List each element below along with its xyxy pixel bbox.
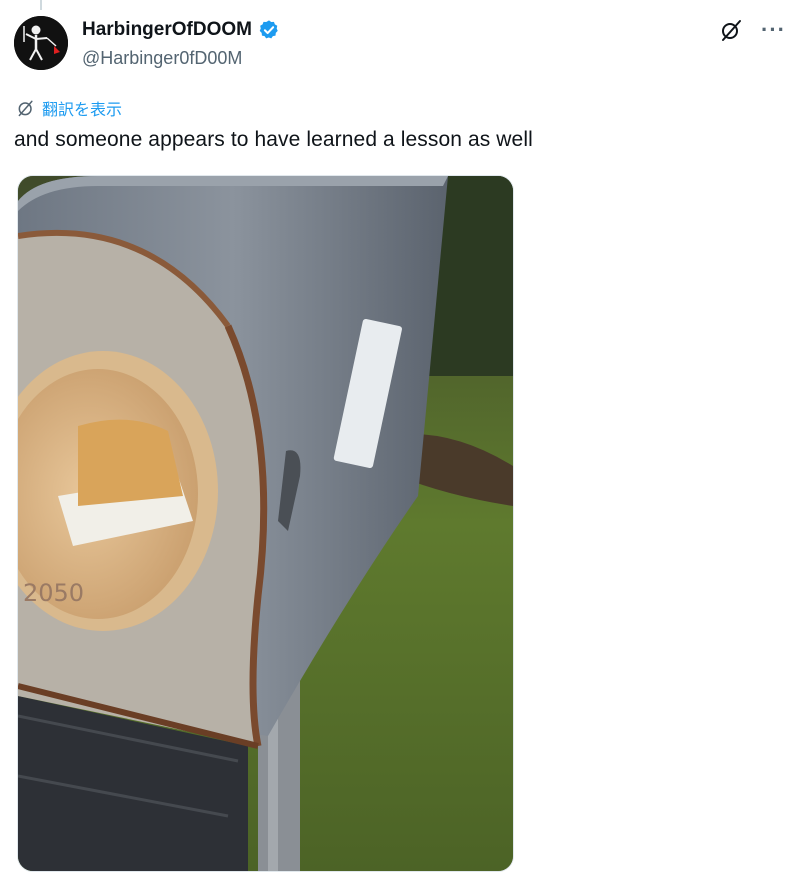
avatar[interactable] [14, 16, 68, 70]
grok-icon[interactable] [719, 18, 743, 42]
translate-link[interactable]: 翻訳を表示 [16, 96, 122, 120]
more-icon[interactable]: ··· [761, 19, 786, 41]
globe-translate-icon [18, 100, 33, 117]
handle[interactable]: @Harbinger0fD00M [82, 48, 242, 69]
mailbox-number: 2050 [23, 579, 84, 607]
tweet-photo[interactable]: 2050 [17, 175, 514, 872]
display-name[interactable]: HarbingerOfDOOM [82, 19, 252, 41]
tweet-text: and someone appears to have learned a le… [14, 128, 533, 151]
top-actions: ··· [719, 18, 786, 42]
avatar-image [14, 16, 68, 70]
thread-line [40, 0, 42, 10]
author-name-row: HarbingerOfDOOM [82, 19, 280, 41]
mailbox-photo: 2050 [18, 176, 513, 871]
verified-badge-icon [259, 20, 278, 39]
translate-label: 翻訳を表示 [42, 102, 123, 119]
